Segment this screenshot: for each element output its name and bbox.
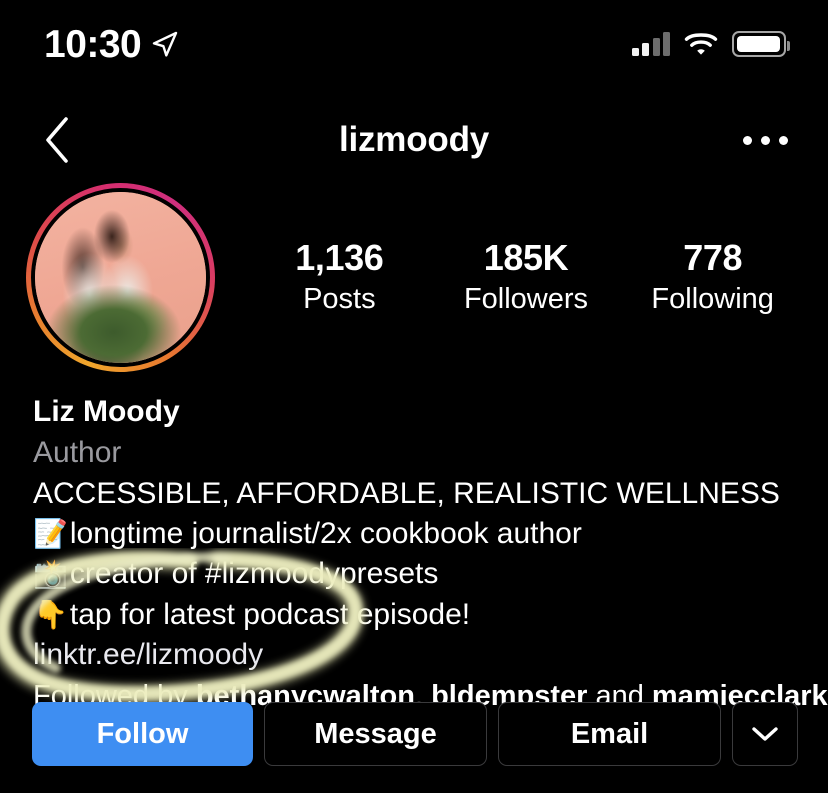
profile-link[interactable]: linktr.ee/lizmoody	[33, 638, 803, 672]
email-button[interactable]: Email	[498, 702, 721, 766]
navigation-bar: lizmoody	[0, 92, 828, 188]
stat-followers[interactable]: 185K Followers	[433, 237, 620, 316]
profile-action-buttons: Follow Message Email	[32, 702, 798, 766]
bio-line-text: longtime journalist/2x cookbook author	[69, 517, 582, 551]
status-bar: 10:30	[0, 0, 828, 88]
posts-count: 1,136	[295, 237, 384, 278]
follow-button[interactable]: Follow	[32, 702, 253, 766]
avatar-story-ring[interactable]	[26, 183, 215, 372]
bio-line-text: tap for latest podcast episode!	[69, 597, 471, 631]
profile-full-name: Liz Moody	[33, 395, 180, 428]
profile-stats: 1,136 Posts 185K Followers 778 Following	[246, 237, 806, 316]
stat-following[interactable]: 778 Following	[619, 237, 806, 316]
bio-line-text: ACCESSIBLE, AFFORDABLE, REALISTIC WELLNE…	[33, 477, 780, 510]
instagram-profile-screen: 10:30 lizmoody 1,136 Posts 185K Follower…	[0, 0, 828, 793]
more-actions-dropdown-button[interactable]	[732, 702, 798, 766]
stat-posts[interactable]: 1,136 Posts	[246, 237, 433, 316]
profile-bio: Liz Moody Author ACCESSIBLE, AFFORDABLE,…	[33, 393, 828, 713]
page-title: lizmoody	[338, 120, 490, 159]
chevron-left-icon	[46, 117, 68, 163]
profile-header: 1,136 Posts 185K Followers 778 Following	[0, 183, 828, 383]
more-dot	[761, 135, 770, 145]
bio-line: 📝longtime journalist/2x cookbook author	[33, 517, 803, 551]
avatar	[31, 188, 210, 367]
more-dot	[743, 135, 752, 145]
avatar-photo	[35, 192, 206, 363]
location-arrow-icon	[153, 31, 178, 57]
status-time: 10:30	[44, 22, 142, 66]
wifi-icon	[684, 33, 718, 55]
followers-count: 185K	[483, 237, 569, 278]
profile-category: Author	[33, 435, 122, 469]
bio-line-text: creator of #lizmoodypresets	[69, 557, 439, 591]
posts-label: Posts	[303, 283, 376, 316]
chevron-down-icon	[752, 727, 778, 741]
cellular-signal-icon	[631, 32, 670, 56]
message-button[interactable]: Message	[264, 702, 487, 766]
camera-flash-icon: 📸	[33, 558, 68, 590]
bio-line: ACCESSIBLE, AFFORDABLE, REALISTIC WELLNE…	[33, 477, 803, 511]
followers-label: Followers	[463, 283, 589, 316]
bio-line: 👇tap for latest podcast episode!	[33, 598, 803, 632]
following-count: 778	[683, 237, 743, 278]
following-label: Following	[651, 283, 774, 316]
battery-icon	[732, 31, 790, 57]
bio-line: 📸creator of #lizmoodypresets	[33, 557, 803, 591]
back-button[interactable]	[28, 110, 88, 170]
point-down-icon: 👇	[33, 598, 68, 630]
more-options-button[interactable]	[743, 135, 788, 145]
status-bar-left: 10:30	[44, 25, 179, 64]
status-bar-right	[631, 31, 790, 57]
memo-icon: 📝	[33, 518, 68, 550]
more-dot	[779, 135, 788, 145]
